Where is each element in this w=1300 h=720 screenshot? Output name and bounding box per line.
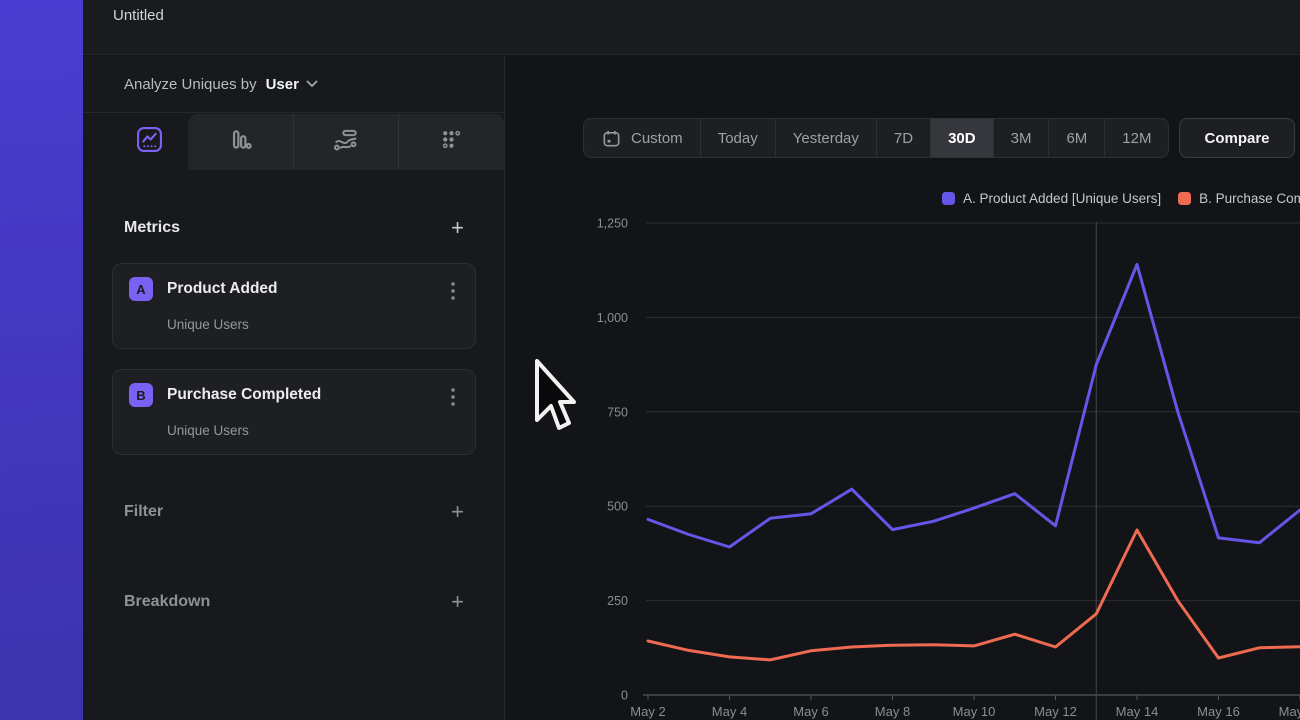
y-tick-label: 1,250	[597, 217, 628, 231]
x-tick-label: May 14	[1116, 704, 1159, 719]
filter-header-row: Filter +	[124, 495, 464, 529]
breakdown-title: Breakdown	[124, 593, 210, 611]
breakdown-header-row: Breakdown +	[124, 585, 464, 619]
series-line-1	[648, 530, 1300, 660]
tab-grid-dots[interactable]	[398, 114, 504, 170]
brand-gradient-strip	[0, 0, 83, 720]
metrics-header-row: Metrics +	[124, 211, 464, 245]
document-title[interactable]: Untitled	[113, 7, 164, 24]
chart-panel: Custom Today Yesterday 7D 30D 3M 6M 12M …	[505, 56, 1300, 720]
x-tick-label: May 2	[630, 704, 665, 719]
tab-bar-chart[interactable]	[188, 114, 293, 170]
flow-chart-icon	[332, 126, 360, 159]
add-breakdown-icon[interactable]: +	[451, 592, 464, 612]
line-chart-icon	[136, 126, 163, 158]
grid-dots-icon	[439, 127, 464, 157]
y-tick-label: 0	[621, 689, 628, 703]
top-bar: Untitled	[83, 0, 1300, 55]
x-tick-label: May 8	[875, 704, 910, 719]
metric-subtitle: Unique Users	[167, 423, 249, 438]
metric-card-product-added[interactable]: A Product Added Unique Users	[112, 263, 476, 349]
x-tick-label: May 18	[1279, 704, 1300, 719]
chart-type-tabbar	[83, 114, 504, 170]
analyze-uniques-row: Analyze Uniques by User	[83, 56, 504, 113]
series-line-0	[648, 265, 1300, 548]
bar-chart-icon	[227, 127, 253, 158]
line-chart-plot[interactable]: 0 250 500 750 1,000 1,250 May 2 May 4 May 6 May 8…	[505, 56, 1300, 720]
metric-card-purchase-completed[interactable]: B Purchase Completed Unique Users	[112, 369, 476, 455]
metric-name: Purchase Completed	[167, 386, 321, 404]
metric-badge-b: B	[129, 383, 153, 407]
kebab-menu-icon[interactable]	[445, 280, 461, 302]
chevron-down-icon[interactable]	[306, 80, 318, 88]
metric-badge-a: A	[129, 277, 153, 301]
y-tick-label: 1,000	[597, 311, 628, 325]
x-tick-label: May 6	[793, 704, 828, 719]
x-tick-label: May 12	[1034, 704, 1077, 719]
tab-line-chart[interactable]	[110, 114, 188, 170]
y-tick-label: 250	[607, 594, 628, 608]
y-tick-label: 500	[607, 500, 628, 514]
analyze-by-dropdown[interactable]: User	[266, 76, 299, 93]
metric-name: Product Added	[167, 280, 278, 298]
x-tick-label: May 10	[953, 704, 996, 719]
filter-title: Filter	[124, 503, 163, 521]
app-root: { "window": { "title": "Untitled" }, "si…	[0, 0, 1300, 720]
analyze-label: Analyze Uniques by	[124, 76, 257, 93]
metrics-title: Metrics	[124, 219, 180, 237]
chart-type-tab-group	[188, 114, 504, 170]
tab-flow-chart[interactable]	[293, 114, 399, 170]
add-filter-icon[interactable]: +	[451, 502, 464, 522]
kebab-menu-icon[interactable]	[445, 386, 461, 408]
metric-subtitle: Unique Users	[167, 317, 249, 332]
x-tick-label: May 4	[712, 704, 747, 719]
x-tick-label: May 16	[1197, 704, 1240, 719]
add-metric-icon[interactable]: +	[451, 218, 464, 238]
y-tick-label: 750	[607, 405, 628, 419]
query-sidebar: Analyze Uniques by User	[83, 56, 505, 720]
